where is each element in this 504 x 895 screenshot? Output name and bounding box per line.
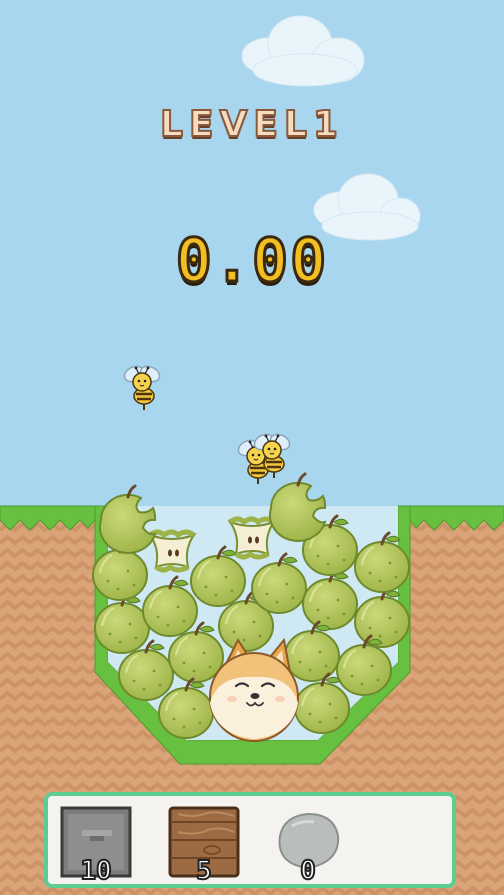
- stone-block-count: 10: [79, 855, 112, 887]
- stone-block-tool[interactable]: 10: [60, 806, 132, 887]
- tool-inventory-bar: 10 5 0: [44, 792, 456, 888]
- timer-display: 0.00: [174, 225, 329, 298]
- rock-count: 0: [299, 855, 317, 887]
- rock-tool[interactable]: 0: [272, 806, 344, 887]
- wood-block-count: 5: [195, 855, 213, 887]
- wood-block-tool[interactable]: 5: [168, 806, 240, 887]
- level-title: LEVEL1: [159, 103, 344, 146]
